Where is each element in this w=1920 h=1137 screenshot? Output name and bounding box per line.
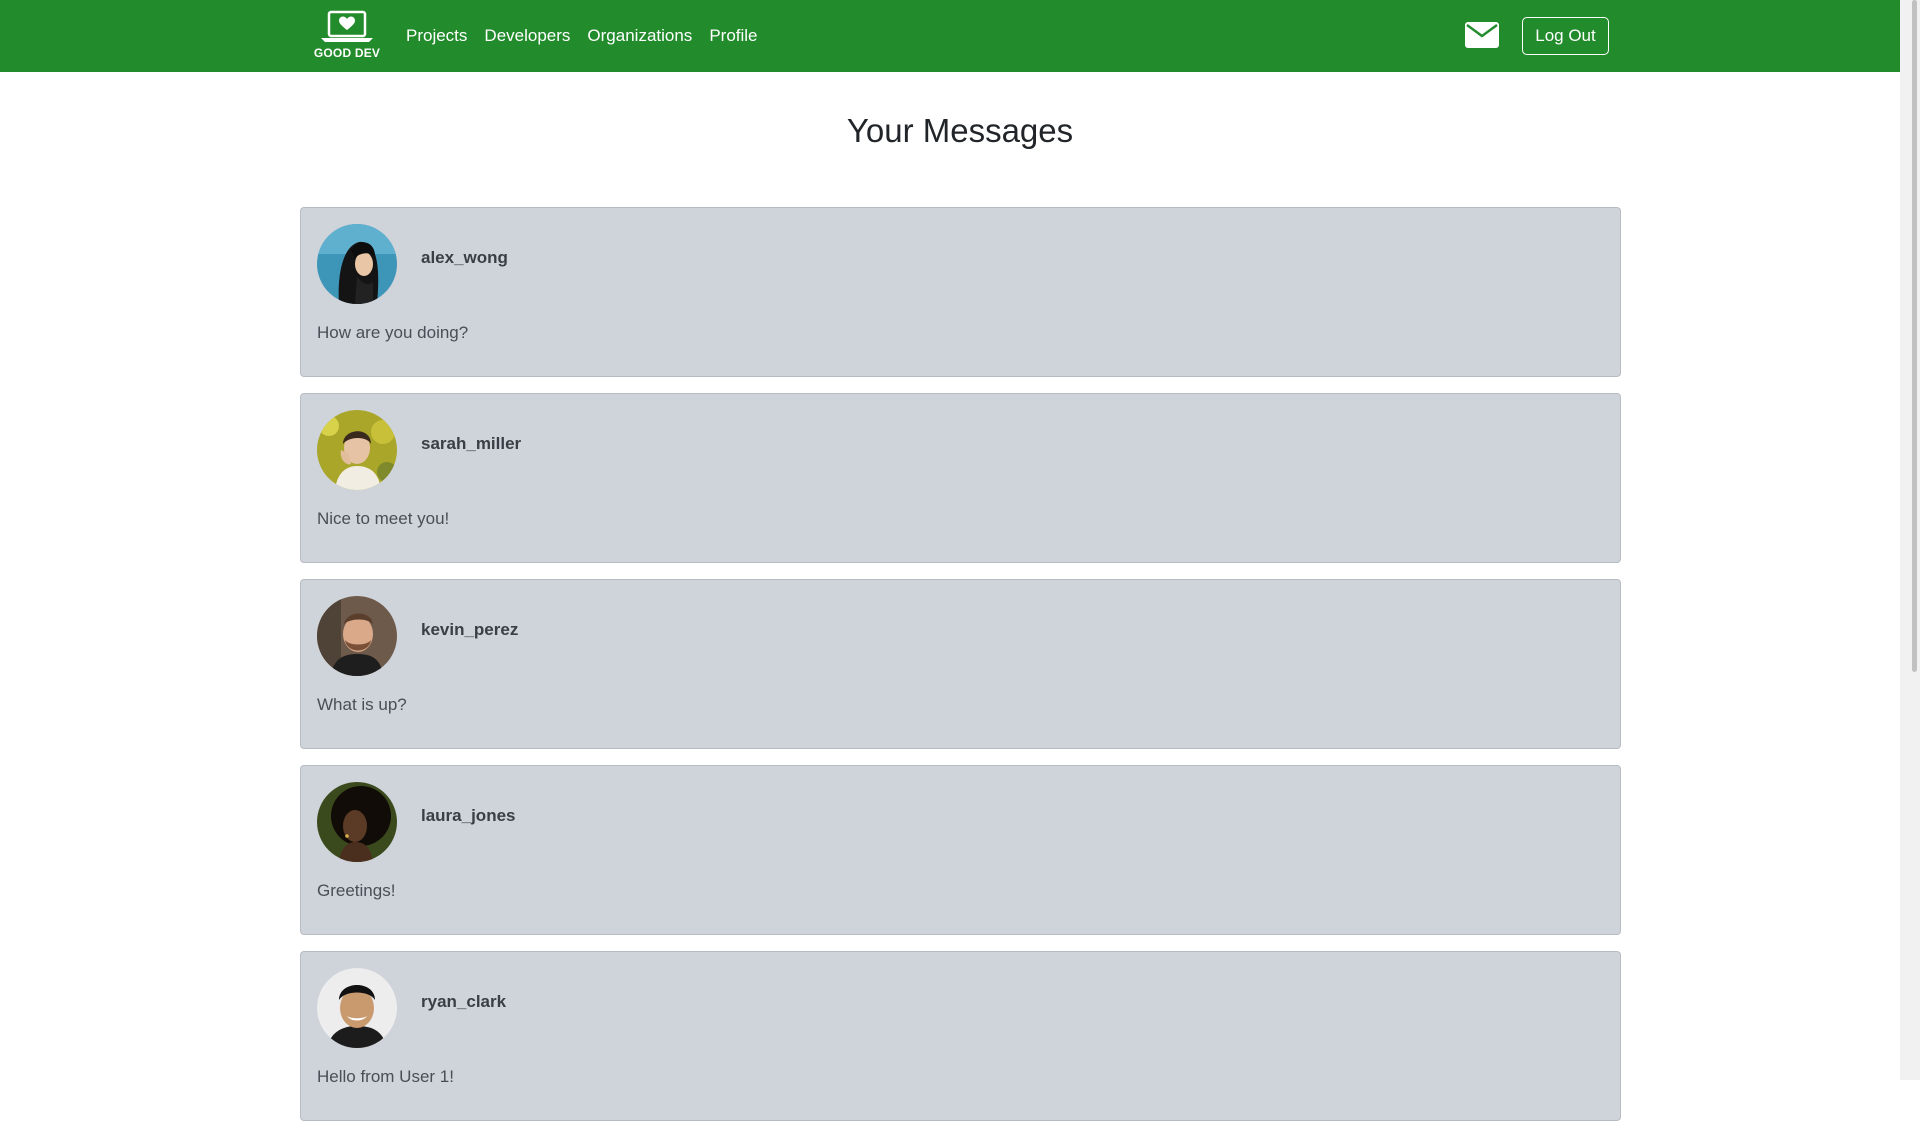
message-sender[interactable]: kevin_perez	[421, 620, 518, 640]
page-scrollbar[interactable]	[1900, 0, 1920, 1080]
message-preview: Hello from User 1!	[317, 1067, 454, 1086]
nav-link-organizations[interactable]: Organizations	[587, 26, 692, 46]
message-card[interactable]: sarah_miller Nice to meet you!	[300, 393, 1621, 563]
message-preview: What is up?	[317, 695, 407, 714]
envelope-icon[interactable]	[1465, 22, 1499, 48]
message-sender[interactable]: ryan_clark	[421, 992, 506, 1012]
message-card[interactable]: alex_wong How are you doing?	[300, 207, 1621, 377]
message-sender[interactable]: sarah_miller	[421, 434, 521, 454]
nav-link-profile[interactable]: Profile	[709, 26, 757, 46]
avatar[interactable]	[317, 968, 397, 1048]
logout-button[interactable]: Log Out	[1522, 17, 1609, 55]
message-preview: Greetings!	[317, 881, 396, 900]
message-card[interactable]: ryan_clark Hello from User 1!	[300, 951, 1621, 1121]
message-card[interactable]: kevin_perez What is up?	[300, 579, 1621, 749]
nav-link-projects[interactable]: Projects	[406, 26, 467, 46]
brand-name: GOOD DEV	[313, 46, 381, 60]
message-sender[interactable]: alex_wong	[421, 248, 508, 268]
brand-logo[interactable]: GOOD DEV	[310, 10, 384, 62]
laptop-heart-icon	[321, 10, 373, 42]
avatar[interactable]	[317, 224, 397, 304]
nav-link-developers[interactable]: Developers	[484, 26, 570, 46]
top-navbar: GOOD DEV Projects Developers Organizatio…	[0, 0, 1900, 72]
message-sender[interactable]: laura_jones	[421, 806, 516, 826]
scrollbar-thumb[interactable]	[1912, 0, 1917, 672]
page-title: Your Messages	[846, 112, 1074, 149]
avatar[interactable]	[317, 410, 397, 490]
message-preview: Nice to meet you!	[317, 509, 450, 528]
message-preview: How are you doing?	[317, 323, 469, 342]
main-nav: Projects Developers Organizations Profil…	[406, 0, 775, 72]
avatar[interactable]	[317, 782, 397, 862]
message-list: alex_wong How are you doing? sarah_mille…	[300, 207, 1621, 1137]
avatar[interactable]	[317, 596, 397, 676]
message-card[interactable]: laura_jones Greetings!	[300, 765, 1621, 935]
